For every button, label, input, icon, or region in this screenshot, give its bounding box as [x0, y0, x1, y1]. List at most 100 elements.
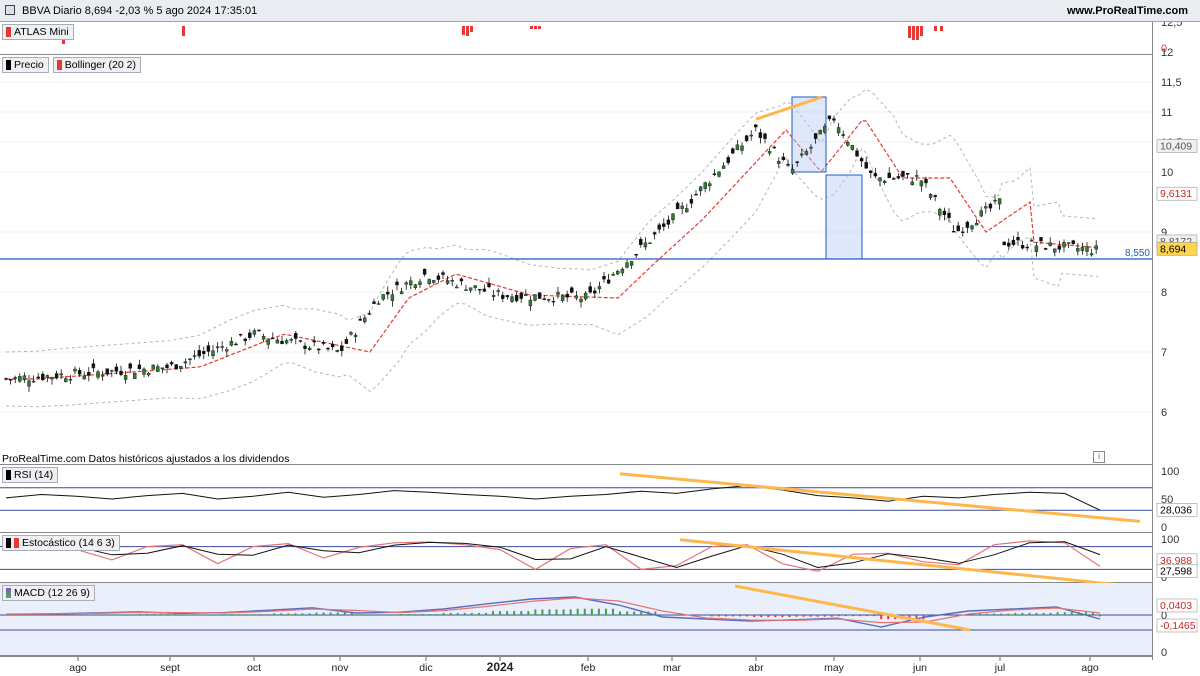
macd-hist-bar [520, 611, 522, 615]
stoch-swatch-icon [6, 538, 11, 548]
candle-body [796, 162, 799, 163]
macd-hist-bar [301, 613, 303, 615]
macd-hist-bar [287, 613, 289, 615]
macd-hist-bar [358, 614, 360, 615]
candle-body [345, 339, 348, 343]
macd-hist-bar [196, 614, 198, 615]
macd-hist-bar [534, 609, 536, 615]
candle-body [980, 211, 983, 216]
macd-last-badge-2: -0,1465 [1160, 620, 1196, 632]
atlas-bar [920, 26, 923, 36]
candle-body [745, 136, 748, 141]
candle-body [1095, 246, 1098, 250]
candle-body [405, 283, 408, 285]
macd-hist-bar [810, 615, 812, 617]
candle-body [51, 377, 54, 379]
candle-body [446, 281, 449, 284]
candle-body [64, 379, 67, 382]
macd-hist-bar [153, 614, 155, 615]
candle-body [672, 214, 675, 220]
macd-hist-bar [323, 612, 325, 615]
candle-body [143, 369, 146, 374]
macd-hist-bar [831, 615, 833, 617]
stoch-panel[interactable]: Estocástico (14 6 3) [0, 533, 1152, 583]
candle-body [722, 166, 725, 169]
legend-macd[interactable]: MACD (12 26 9) [2, 585, 95, 601]
x-tick-label: may [824, 662, 845, 674]
candle-body [1053, 249, 1056, 253]
candle-body [575, 296, 578, 298]
candle-body [787, 164, 790, 165]
macd-hist-bar [527, 611, 529, 615]
candle-body [800, 154, 803, 155]
legend-atlas[interactable]: ATLAS Mini [2, 24, 74, 40]
legend-precio[interactable]: Precio [2, 57, 49, 73]
price-axis-tick: 11 [1161, 107, 1172, 119]
macd-panel[interactable]: MACD (12 26 9) [0, 583, 1152, 656]
candle-body [649, 243, 652, 244]
candle-body [819, 130, 822, 134]
macd-hist-bar [174, 614, 176, 615]
highlight-box-1 [792, 97, 826, 172]
macd-hist-bar [838, 615, 840, 616]
candle-body [294, 333, 297, 338]
macd-hist-bar [746, 615, 748, 616]
atlas-panel[interactable]: ATLAS Mini [0, 22, 1152, 55]
macd-hist-bar [266, 614, 268, 615]
candle-body [32, 381, 35, 382]
candle-body [616, 271, 619, 274]
macd-last-badge-1: 0,0403 [1160, 600, 1192, 612]
rsi-axis-tick: 0 [1161, 522, 1167, 534]
info-icon[interactable]: i [1093, 451, 1105, 463]
candle-body [561, 295, 564, 301]
candle-body [920, 181, 923, 186]
candle-body [1026, 247, 1029, 248]
candle-body [193, 356, 196, 357]
candle-body [1003, 242, 1006, 245]
macd-svg [0, 583, 1152, 656]
candle-body [897, 176, 900, 178]
candle-body [704, 183, 707, 189]
candle-body [612, 274, 615, 275]
x-axis[interactable]: agoseptoctnovdic2024febmarabrmayjunjulag… [0, 656, 1152, 675]
price-axis-tick: 12 [1161, 47, 1173, 59]
candle-body [147, 373, 150, 375]
price-panel[interactable]: Precio Bollinger (20 2) 8,550 [0, 55, 1152, 465]
y-axis[interactable]: 012,51211,51110,510987610,4099,61318,817… [1152, 22, 1200, 660]
candle-body [524, 294, 527, 295]
support-label: 8,550 [1125, 248, 1150, 259]
candle-body [676, 203, 679, 209]
candle-body [1081, 247, 1084, 250]
candle-body [18, 376, 21, 381]
candle-body [373, 302, 376, 304]
candle-body [184, 362, 187, 363]
macd-hist-bar [443, 613, 445, 615]
candle-body [97, 372, 100, 378]
legend-bollinger[interactable]: Bollinger (20 2) [53, 57, 141, 73]
macd-hist-bar [167, 614, 169, 615]
candle-body [478, 289, 481, 290]
legend-stoch[interactable]: Estocástico (14 6 3) [2, 535, 120, 551]
candle-body [221, 346, 224, 347]
candle-body [865, 162, 868, 168]
candle-body [1035, 246, 1038, 252]
candle-body [239, 334, 242, 335]
macd-hist-bar [125, 614, 127, 615]
macd-hist-bar [767, 615, 769, 617]
window-icon[interactable] [5, 5, 15, 15]
candle-body [768, 151, 771, 153]
candle-body [603, 276, 606, 279]
candle-body [156, 367, 159, 372]
rsi-panel[interactable]: RSI (14) [0, 465, 1152, 533]
macd-hist-bar [231, 614, 233, 615]
candle-body [685, 208, 688, 211]
macd-hist-bar [203, 614, 205, 615]
legend-rsi[interactable]: RSI (14) [2, 467, 58, 483]
macd-hist-bar [986, 614, 988, 615]
candle-body [400, 292, 403, 294]
site-link[interactable]: www.ProRealTime.com [1067, 5, 1188, 17]
candle-body [515, 295, 518, 301]
x-tick-label: jun [912, 662, 927, 674]
macd-hist-bar [436, 614, 438, 615]
macd-hist-bar [612, 609, 614, 615]
